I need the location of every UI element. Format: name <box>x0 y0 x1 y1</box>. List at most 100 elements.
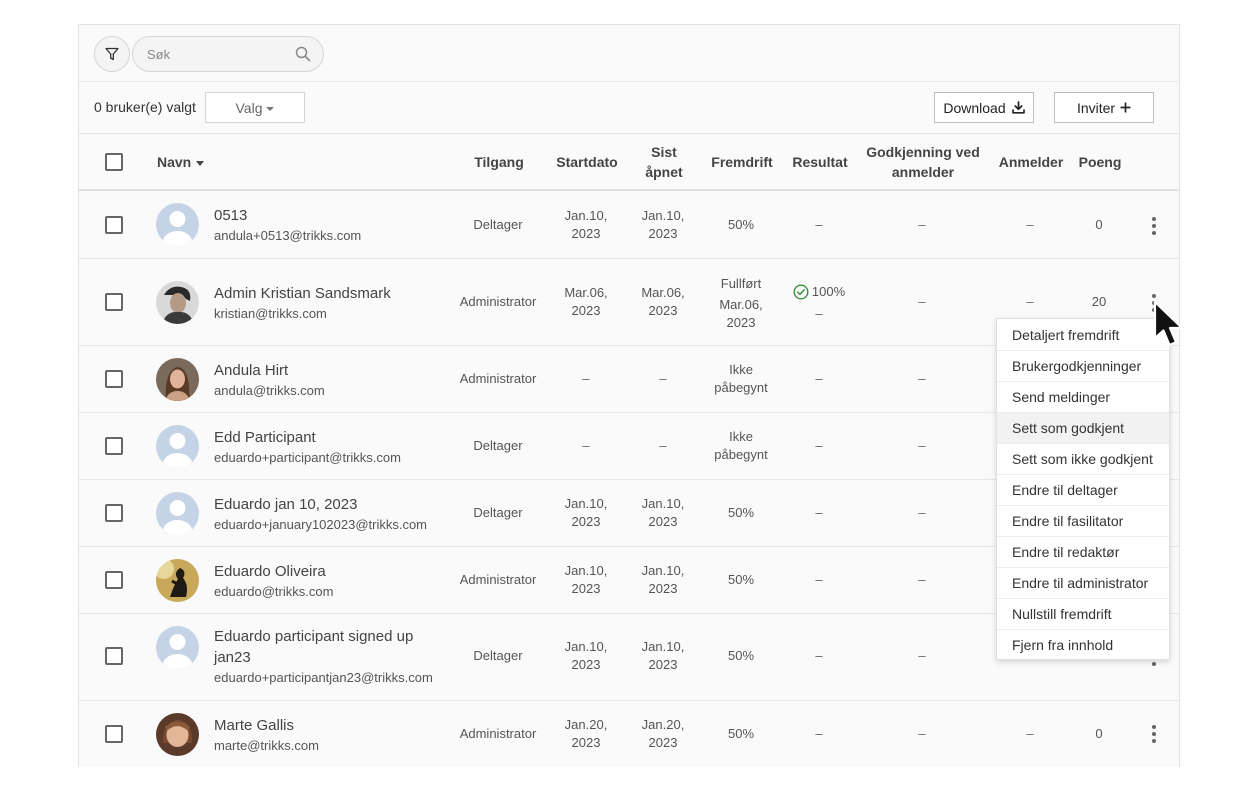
row-checkbox[interactable] <box>105 725 123 743</box>
reviewer-cell: – <box>1026 294 1034 309</box>
last-opened-cell: Mar.06, 2023 <box>623 284 703 320</box>
avatar <box>156 559 199 602</box>
progress-cell: 50% <box>727 726 755 741</box>
menu-item-detailed-progress[interactable]: Detaljert fremdrift <box>997 320 1169 351</box>
points-cell: 20 <box>1091 294 1107 309</box>
more-vertical-icon[interactable] <box>1146 723 1162 745</box>
avatar <box>156 358 199 401</box>
last-opened-line1: Jan.10, <box>641 639 685 654</box>
column-name-label: Navn <box>157 154 192 170</box>
row-checkbox[interactable] <box>105 437 123 455</box>
menu-item-set-not-approved[interactable]: Sett som ikke godkjent <box>997 444 1169 475</box>
start-date-cell: Jan.10, 2023 <box>546 638 626 674</box>
start-date-line2: 2023 <box>571 514 601 529</box>
column-reviewer[interactable]: Anmelder <box>991 152 1071 172</box>
download-button[interactable]: Download <box>934 92 1034 123</box>
progress-line1: Ikke <box>729 362 753 377</box>
approval-cell: – <box>918 505 926 520</box>
last-opened-cell: Jan.10, 2023 <box>623 207 703 243</box>
menu-item-change-to-editor[interactable]: Endre til redaktør <box>997 537 1169 568</box>
toolbar: 0 bruker(e) valgt Valg Download Inviter <box>79 82 1179 134</box>
row-checkbox[interactable] <box>105 293 123 311</box>
column-progress[interactable]: Fremdrift <box>702 152 782 172</box>
row-checkbox[interactable] <box>105 216 123 234</box>
start-date-line2: 2023 <box>571 581 601 596</box>
column-access[interactable]: Tilgang <box>459 152 539 172</box>
menu-item-remove-from-content[interactable]: Fjern fra innhold <box>997 630 1169 661</box>
start-date-cell: – <box>582 438 590 453</box>
select-all-checkbox[interactable] <box>105 153 123 171</box>
row-checkbox[interactable] <box>105 571 123 589</box>
access-cell: Deltager <box>473 438 523 453</box>
selected-count: 0 bruker(e) valgt <box>94 99 196 115</box>
column-start-date[interactable]: Startdato <box>547 152 627 172</box>
avatar <box>156 425 199 468</box>
table-row[interactable]: Marte Gallis marte@trikks.com Administra… <box>79 701 1179 767</box>
approval-cell: – <box>918 572 926 587</box>
last-opened-line1: Jan.20, <box>641 717 685 732</box>
search-icon[interactable] <box>295 46 311 62</box>
valg-dropdown[interactable]: Valg <box>205 92 305 123</box>
row-checkbox[interactable] <box>105 647 123 665</box>
last-opened-line2: 2023 <box>648 735 678 750</box>
row-context-menu: Detaljert fremdrift Brukergodkjenninger … <box>996 318 1170 660</box>
column-last-opened[interactable]: Sist åpnet <box>624 142 704 182</box>
access-cell: Deltager <box>473 505 523 520</box>
start-date-line1: Mar.06, <box>564 285 608 300</box>
start-date-line1: Jan.10, <box>564 208 608 223</box>
start-date-line1: Jan.10, <box>564 496 608 511</box>
last-opened-line2: 2023 <box>648 226 678 241</box>
result-cell: – <box>815 505 823 520</box>
user-email: eduardo+participant@trikks.com <box>214 450 401 465</box>
menu-item-change-to-administrator[interactable]: Endre til administrator <box>997 568 1169 599</box>
invite-button[interactable]: Inviter <box>1054 92 1154 123</box>
user-name: Admin Kristian Sandsmark <box>214 285 391 302</box>
approval-cell: – <box>918 371 926 386</box>
user-email: andula+0513@trikks.com <box>214 228 362 243</box>
start-date-line2: 2023 <box>571 226 601 241</box>
column-approval[interactable]: Godkjenning ved anmelder <box>858 142 988 182</box>
download-label: Download <box>943 99 1006 116</box>
menu-item-user-approvals[interactable]: Brukergodkjenninger <box>997 351 1169 382</box>
table-row[interactable]: 0513 andula+0513@trikks.com Deltager Jan… <box>79 191 1179 259</box>
avatar <box>156 281 199 324</box>
result-sub: – <box>815 306 823 321</box>
user-name: 0513 <box>214 207 248 224</box>
row-checkbox[interactable] <box>105 504 123 522</box>
search-bar <box>79 25 1179 82</box>
user-email: andula@trikks.com <box>214 383 325 398</box>
access-cell: Administrator <box>459 572 537 587</box>
user-name: Andula Hirt <box>214 362 289 379</box>
menu-item-send-messages[interactable]: Send meldinger <box>997 382 1169 413</box>
column-result[interactable]: Resultat <box>780 152 860 172</box>
user-email: eduardo@trikks.com <box>214 584 334 599</box>
progress-cell: 50% <box>727 217 755 232</box>
avatar <box>156 492 199 535</box>
row-checkbox[interactable] <box>105 370 123 388</box>
last-opened-line1: Mar.06, <box>641 285 685 300</box>
menu-item-reset-progress[interactable]: Nullstill fremdrift <box>997 599 1169 630</box>
start-date-line1: Jan.10, <box>564 563 608 578</box>
more-vertical-icon[interactable] <box>1146 215 1162 237</box>
filter-button[interactable] <box>94 36 130 72</box>
avatar <box>156 626 199 669</box>
user-email: eduardo+january102023@trikks.com <box>214 517 428 532</box>
menu-item-change-to-facilitator[interactable]: Endre til fasilitator <box>997 506 1169 537</box>
last-opened-cell: Jan.10, 2023 <box>623 562 703 598</box>
search-input[interactable] <box>147 45 287 63</box>
valg-label: Valg <box>235 99 263 116</box>
user-name: Eduardo jan 10, 2023 <box>214 496 358 513</box>
result-cell: – <box>815 217 823 232</box>
column-last-opened-line2: åpnet <box>645 164 683 180</box>
access-cell: Administrator <box>459 294 537 309</box>
check-circle-icon <box>793 284 809 300</box>
column-points[interactable]: Poeng <box>1060 152 1140 172</box>
user-name-line1: Eduardo participant signed up <box>214 628 414 645</box>
progress-cell: Ikke påbegynt <box>701 428 781 464</box>
menu-item-change-to-participant[interactable]: Endre til deltager <box>997 475 1169 506</box>
mouse-pointer-icon <box>1153 300 1184 347</box>
download-icon <box>1011 101 1025 114</box>
start-date-cell: Mar.06, 2023 <box>546 284 626 320</box>
column-name[interactable]: Navn <box>157 152 205 172</box>
menu-item-set-approved[interactable]: Sett som godkjent <box>997 413 1169 444</box>
